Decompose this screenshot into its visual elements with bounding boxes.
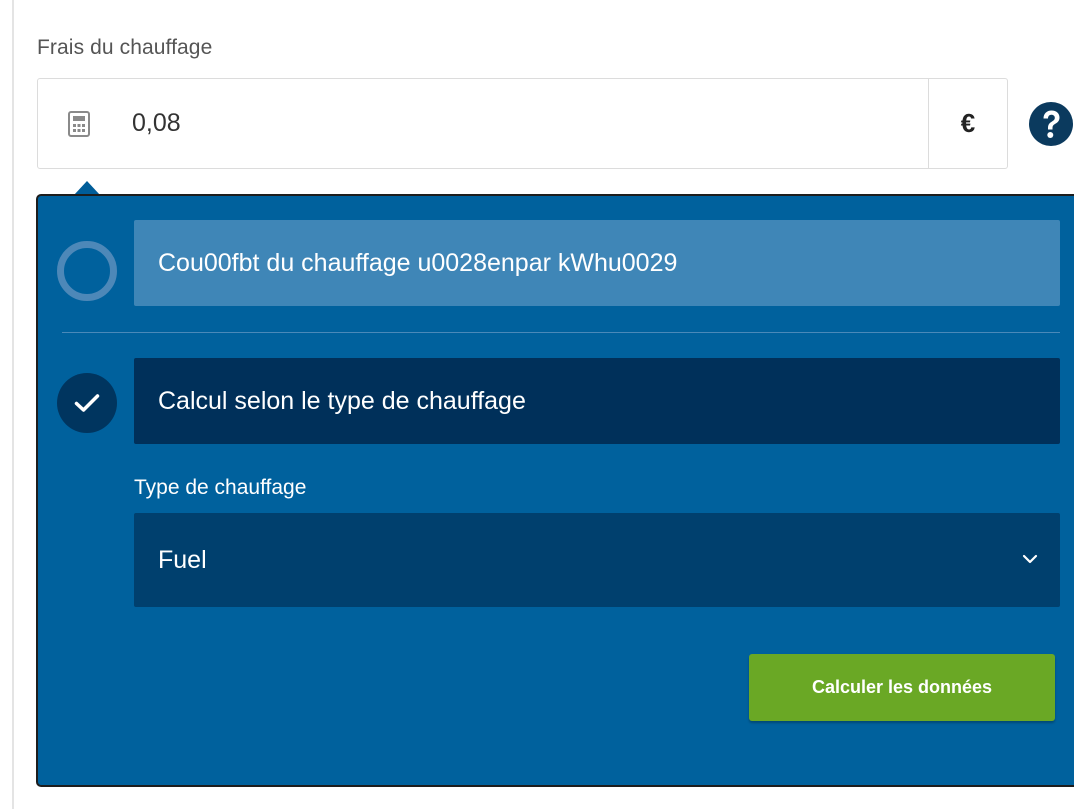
- calculation-panel: Cou00fbt du chauffage u0028enpar kWhu002…: [36, 194, 1074, 787]
- heating-type-label: Type de chauffage: [134, 476, 307, 499]
- calculate-button[interactable]: Calculer les données: [749, 654, 1055, 721]
- heating-cost-input[interactable]: [132, 79, 922, 168]
- field-label: Frais du chauffage: [37, 36, 213, 59]
- check-icon: [74, 394, 100, 412]
- option-cost-per-kwh[interactable]: Cou00fbt du chauffage u0028enpar kWhu002…: [134, 220, 1060, 306]
- divider: [62, 332, 1060, 333]
- radio-heating-type[interactable]: [57, 373, 117, 433]
- page: Frais du chauffage € Cou00fbt du chauffa…: [0, 0, 1074, 809]
- panel-pointer: [74, 181, 100, 195]
- question-circle-icon[interactable]: [1028, 101, 1074, 147]
- left-border: [12, 0, 14, 809]
- option-heating-type[interactable]: Calcul selon le type de chauffage: [134, 358, 1060, 444]
- radio-cost-per-kwh[interactable]: [57, 241, 117, 301]
- chevron-down-icon: [1022, 554, 1038, 564]
- heating-cost-input-group: €: [37, 78, 1008, 169]
- calculator-icon: [68, 111, 90, 137]
- currency-addon: €: [928, 79, 1007, 168]
- heating-type-value: Fuel: [158, 545, 207, 574]
- heating-type-select[interactable]: Fuel: [134, 513, 1060, 607]
